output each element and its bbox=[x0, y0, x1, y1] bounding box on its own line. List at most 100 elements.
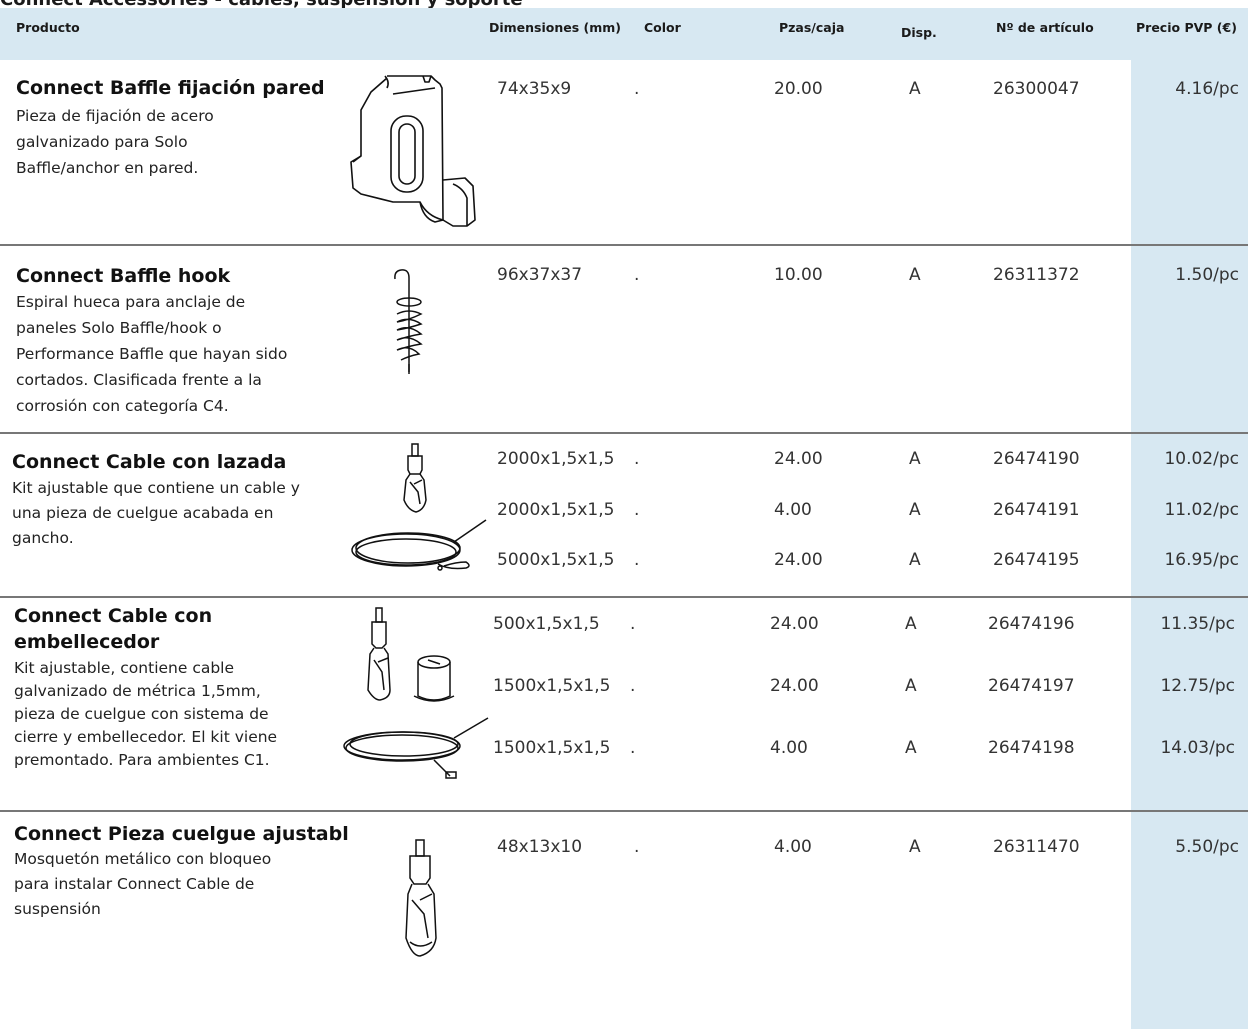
description-line: una pieza de cuelgue acabada en bbox=[12, 504, 274, 522]
color-cell: . bbox=[630, 738, 636, 758]
price-cell: 11.02/pc bbox=[1164, 500, 1239, 520]
price-cell: 1.50/pc bbox=[1175, 265, 1239, 285]
color-cell: . bbox=[634, 550, 640, 570]
product-name: Connect Baffle hook bbox=[16, 265, 231, 287]
description-line: galvanizado de métrica 1,5mm, bbox=[14, 682, 261, 700]
dimensions-cell: 96x37x37 bbox=[497, 265, 583, 285]
product-name: Connect Cable con lazada bbox=[12, 451, 287, 473]
price-cell: 10.02/pc bbox=[1164, 449, 1239, 469]
wall-bracket-icon bbox=[350, 75, 476, 227]
availability-cell: A bbox=[909, 837, 921, 857]
carabiner-icon bbox=[405, 839, 437, 957]
table-header: Producto Dimensiones (mm) Color Pzas/caj… bbox=[0, 8, 1248, 60]
color-cell: . bbox=[630, 614, 636, 634]
pieces-cell: 24.00 bbox=[770, 676, 819, 696]
article-cell: 26474191 bbox=[993, 500, 1080, 520]
availability-cell: A bbox=[905, 738, 917, 758]
product-description: Kit ajustable, contiene cable galvanizad… bbox=[14, 657, 277, 772]
dimensions-cell: 48x13x10 bbox=[497, 837, 583, 857]
product-name: Connect Cable con bbox=[14, 605, 213, 627]
pieces-cell: 4.00 bbox=[770, 738, 808, 758]
price-cell: 11.35/pc bbox=[1160, 614, 1235, 634]
availability-cell: A bbox=[909, 500, 921, 520]
description-line: cierre y embellecedor. El kit viene bbox=[14, 728, 278, 746]
description-line: para instalar Connect Cable de bbox=[14, 875, 255, 893]
header-availability: Disp. bbox=[901, 25, 937, 40]
article-cell: 26311372 bbox=[993, 265, 1080, 285]
description-line: Baffle/anchor en pared. bbox=[16, 159, 199, 177]
color-cell: . bbox=[634, 837, 640, 857]
dimensions-cell: 1500x1,5x1,5 bbox=[493, 676, 611, 696]
availability-cell: A bbox=[905, 676, 917, 696]
dimensions-cell: 1500x1,5x1,5 bbox=[493, 738, 611, 758]
description-line: Kit ajustable que contiene un cable y bbox=[12, 479, 300, 497]
pieces-cell: 24.00 bbox=[774, 550, 823, 570]
availability-cell: A bbox=[905, 614, 917, 634]
availability-cell: A bbox=[909, 265, 921, 285]
article-cell: 26474195 bbox=[993, 550, 1080, 570]
description-line: Kit ajustable, contiene cable bbox=[14, 659, 235, 677]
article-cell: 26474197 bbox=[988, 676, 1075, 696]
cable-cover-icon bbox=[343, 607, 489, 779]
header-pieces: Pzas/caja bbox=[779, 20, 845, 35]
row-divider bbox=[0, 810, 1248, 812]
dimensions-cell: 500x1,5x1,5 bbox=[493, 614, 600, 634]
header-product: Producto bbox=[16, 20, 80, 35]
price-column-background bbox=[1131, 60, 1248, 1029]
product-description: Kit ajustable que contiene un cable y un… bbox=[12, 476, 300, 551]
description-line: pieza de cuelgue con sistema de bbox=[14, 705, 269, 723]
description-line: Espiral hueca para anclaje de bbox=[16, 293, 246, 311]
description-line: corrosión con categoría C4. bbox=[16, 397, 229, 415]
article-cell: 26474198 bbox=[988, 738, 1075, 758]
description-line: cortados. Clasificada frente a la bbox=[16, 371, 262, 389]
pieces-cell: 24.00 bbox=[770, 614, 819, 634]
availability-cell: A bbox=[909, 79, 921, 99]
price-cell: 5.50/pc bbox=[1175, 837, 1239, 857]
pieces-cell: 20.00 bbox=[774, 79, 823, 99]
color-cell: . bbox=[630, 676, 636, 696]
dimensions-cell: 5000x1,5x1,5 bbox=[497, 550, 615, 570]
row-divider bbox=[0, 432, 1248, 434]
product-name: Connect Pieza cuelgue ajustabl bbox=[14, 823, 349, 845]
row-divider bbox=[0, 596, 1248, 598]
price-cell: 14.03/pc bbox=[1160, 738, 1235, 758]
description-line: suspensión bbox=[14, 900, 101, 918]
color-cell: . bbox=[634, 79, 640, 99]
price-cell: 4.16/pc bbox=[1175, 79, 1239, 99]
price-cell: 12.75/pc bbox=[1160, 676, 1235, 696]
dimensions-cell: 2000x1,5x1,5 bbox=[497, 500, 615, 520]
spiral-hook-icon bbox=[394, 269, 423, 374]
dimensions-cell: 2000x1,5x1,5 bbox=[497, 449, 615, 469]
availability-cell: A bbox=[909, 449, 921, 469]
product-description: Pieza de fijación de acero galvanizado p… bbox=[16, 103, 214, 181]
color-cell: . bbox=[634, 449, 640, 469]
availability-cell: A bbox=[909, 550, 921, 570]
header-color: Color bbox=[644, 20, 681, 35]
description-line: Performance Baffle que hayan sido bbox=[16, 345, 288, 363]
dimensions-cell: 74x35x9 bbox=[497, 79, 572, 99]
product-name: Connect Baffle fijación pared bbox=[16, 77, 325, 99]
article-cell: 26474196 bbox=[988, 614, 1075, 634]
header-price: Precio PVP (€) bbox=[1136, 20, 1237, 35]
pieces-cell: 4.00 bbox=[774, 500, 812, 520]
article-cell: 26311470 bbox=[993, 837, 1080, 857]
product-description: Mosquetón metálico con bloqueo para inst… bbox=[14, 847, 271, 922]
description-line: gancho. bbox=[12, 529, 74, 547]
header-article: Nº de artículo bbox=[996, 20, 1094, 35]
product-description: Espiral hueca para anclaje de paneles So… bbox=[16, 289, 287, 419]
description-line: premontado. Para ambientes C1. bbox=[14, 751, 270, 769]
pieces-cell: 10.00 bbox=[774, 265, 823, 285]
cable-loop-icon bbox=[351, 443, 487, 571]
pieces-cell: 4.00 bbox=[774, 837, 812, 857]
color-cell: . bbox=[634, 500, 640, 520]
color-cell: . bbox=[634, 265, 640, 285]
description-line: Pieza de fijación de acero bbox=[16, 107, 214, 125]
article-cell: 26474190 bbox=[993, 449, 1080, 469]
description-line: Mosquetón metálico con bloqueo bbox=[14, 850, 272, 868]
header-dimensions: Dimensiones (mm) bbox=[489, 20, 622, 35]
row-divider bbox=[0, 244, 1248, 246]
pieces-cell: 24.00 bbox=[774, 449, 823, 469]
article-cell: 26300047 bbox=[993, 79, 1080, 99]
description-line: paneles Solo Baffle/hook o bbox=[16, 319, 222, 337]
description-line: galvanizado para Solo bbox=[16, 133, 188, 151]
